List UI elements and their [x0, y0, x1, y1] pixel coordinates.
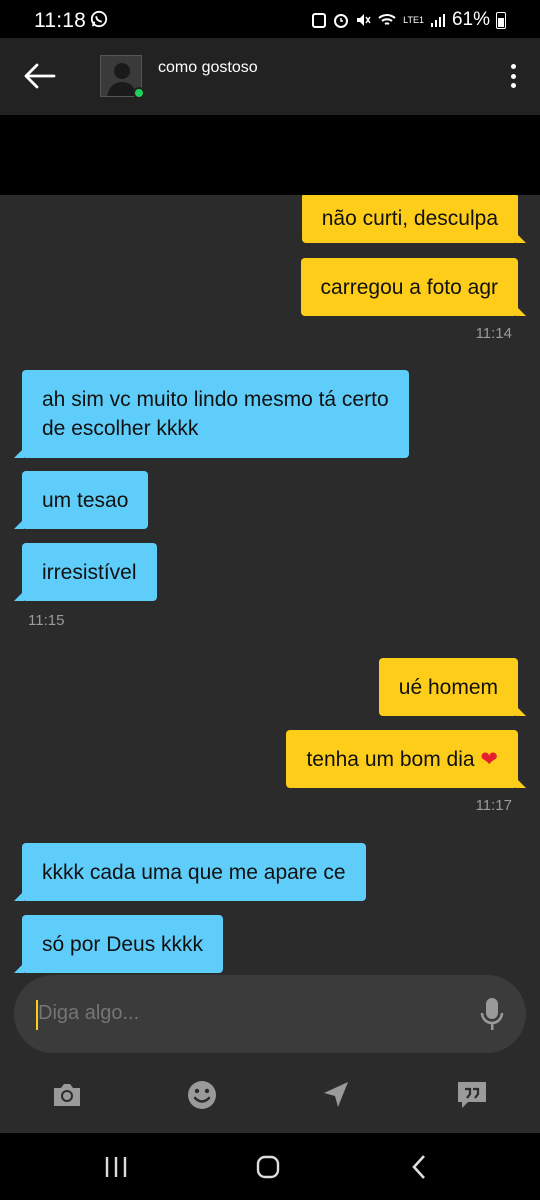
more-options-icon[interactable]	[508, 60, 518, 92]
message-incoming[interactable]: um tesao	[13, 471, 149, 529]
chat-header: como gostoso	[0, 38, 540, 115]
back-arrow-icon[interactable]	[22, 60, 58, 92]
smiley-icon[interactable]	[186, 1079, 218, 1111]
message-incoming[interactable]: irresistível	[14, 543, 157, 601]
network-label: LTE1	[403, 14, 424, 25]
back-icon[interactable]	[405, 1153, 435, 1181]
signal-icon	[430, 14, 445, 27]
microphone-icon[interactable]	[480, 997, 504, 1031]
message-input[interactable]	[38, 1002, 438, 1025]
composer-area	[0, 975, 540, 1067]
location-icon[interactable]	[320, 1079, 352, 1111]
wifi-icon	[378, 14, 396, 25]
online-status-dot	[133, 87, 145, 99]
shield-icon	[312, 13, 327, 28]
message-timestamp: 11:15	[28, 612, 65, 629]
message-outgoing[interactable]: não curti, desculpa	[301, 195, 527, 243]
status-time: 11:18	[34, 9, 86, 32]
ad-banner	[0, 115, 540, 195]
contact-name[interactable]: como gostoso	[158, 59, 258, 77]
message-timestamp: 11:14	[475, 325, 512, 342]
camera-icon[interactable]	[51, 1079, 83, 1111]
heart-emoji: ❤	[480, 747, 498, 771]
alarm-icon	[334, 14, 349, 28]
home-icon[interactable]	[253, 1153, 283, 1181]
recent-apps-icon[interactable]	[101, 1153, 131, 1181]
message-incoming[interactable]: só por Deus kkkk	[13, 915, 224, 973]
message-timestamp: 11:17	[475, 797, 512, 814]
message-outgoing[interactable]: carregou a foto agr	[300, 258, 527, 316]
status-bar: 11:18 LTE1 61%	[0, 0, 540, 38]
saved-phrases-icon[interactable]	[456, 1079, 488, 1111]
system-nav-bar	[0, 1133, 540, 1200]
status-icons: LTE1 61%	[311, 9, 506, 31]
battery-percent: 61%	[451, 9, 490, 30]
message-incoming[interactable]: ah sim vc muito lindo mesmo tá certo de …	[14, 370, 409, 458]
message-outgoing[interactable]: tenha um bom dia ❤	[286, 730, 526, 788]
mute-icon	[357, 14, 371, 26]
chat-toolbar	[0, 1067, 540, 1133]
message-input-box[interactable]	[14, 975, 526, 1053]
whatsapp-icon	[90, 10, 108, 28]
message-incoming[interactable]: kkkk cada uma que me apare ce	[14, 843, 366, 901]
message-outgoing[interactable]: ué homem	[378, 658, 527, 716]
battery-icon	[496, 11, 506, 29]
message-list: não curti, desculpa carregou a foto agr …	[0, 195, 540, 975]
